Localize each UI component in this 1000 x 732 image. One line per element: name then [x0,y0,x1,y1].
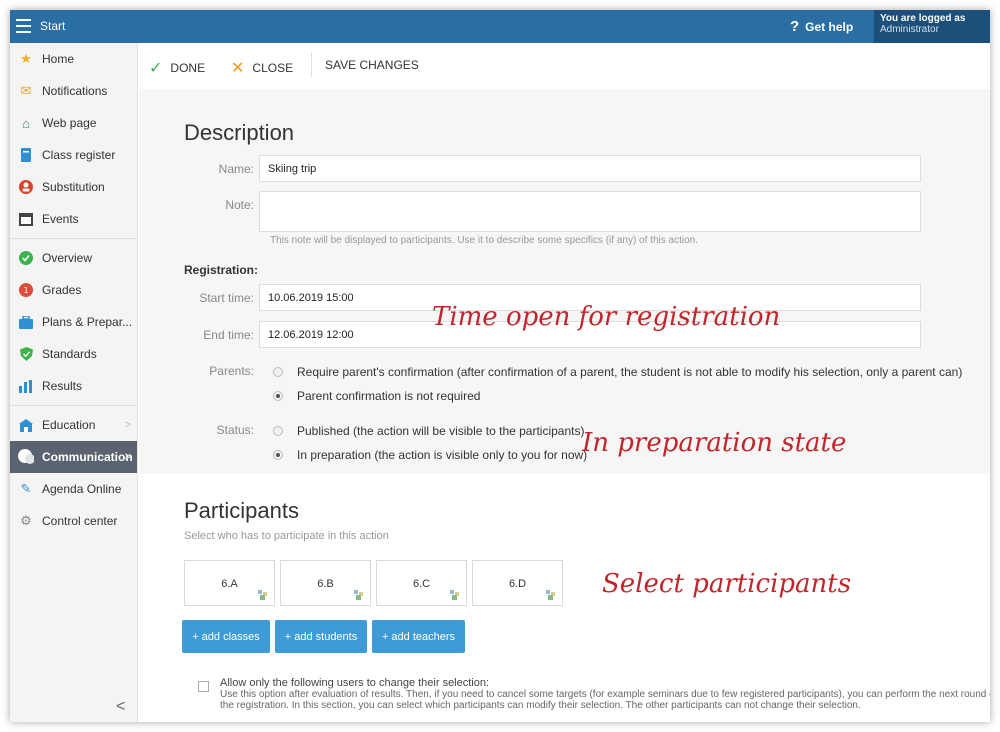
allow-change-hint: Use this option after evaluation of resu… [220,689,990,711]
sidebar-item-education[interactable]: Education > [10,409,137,441]
participant-card[interactable]: 6.B [280,560,371,606]
add-students-button[interactable]: + add students [275,620,367,653]
main-content: Description Name: Skiing trip Note: This… [139,89,990,722]
collapse-sidebar-icon[interactable]: < [116,698,125,716]
start-time-label: Start time: [199,291,254,305]
name-label: Name: [218,162,254,176]
done-button[interactable]: ✓ DONE [149,58,205,78]
radio-button[interactable] [273,391,283,401]
annotation-select-participants: Select participants [602,569,852,599]
description-heading: Description [184,120,295,145]
school-icon [18,417,34,433]
registration-label: Registration: [184,263,259,277]
toolbar-divider [311,53,312,77]
pen-icon: ✎ [20,481,32,496]
note-label: Note: [225,198,254,212]
parents-option-not-required[interactable]: Parent confirmation is not required [273,389,480,403]
envelope-icon: ✉ [20,83,32,98]
checkmark-icon: ✓ [149,60,163,77]
sidebar-divider [10,238,137,239]
app-window: Start ? Get help You are logged as Admini… [10,10,990,722]
sidebar-item-web-page[interactable]: ⌂ Web page [10,107,137,139]
sidebar-item-communication[interactable]: Communication > [10,441,137,473]
group-icon [354,590,363,600]
status-label: Status: [216,423,254,437]
calendar-icon [18,211,34,227]
top-bar: Start ? Get help You are logged as Admini… [10,10,990,43]
sidebar-item-control-center[interactable]: ⚙ Control center [10,505,137,537]
allow-change-label: Allow only the following users to change… [220,677,490,689]
note-textarea[interactable] [259,191,921,232]
radio-button[interactable] [273,367,283,377]
grade-icon: 1 [18,282,34,298]
sidebar: ★ Home ✉ Notifications ⌂ Web page Class reg… [10,43,138,722]
sidebar-item-class-register[interactable]: Class register [10,139,137,171]
chat-icon [18,449,34,465]
app-title[interactable]: Start [40,19,65,33]
user-info[interactable]: You are logged as Administrator [874,10,990,43]
get-help-link[interactable]: ? Get help [790,18,853,35]
shield-icon [18,346,34,362]
house-icon: ⌂ [22,115,30,131]
menu-icon[interactable] [16,19,31,33]
sidebar-item-grades[interactable]: 1 Grades [10,274,137,306]
question-icon: ? [790,18,800,35]
name-input[interactable]: Skiing trip [259,155,921,182]
parents-option-require[interactable]: Require parent's confirmation (after con… [273,365,962,379]
sidebar-item-home[interactable]: ★ Home [10,43,137,75]
radio-button[interactable] [273,450,283,460]
gear-icon: ⚙ [20,513,32,528]
participant-card[interactable]: 6.D [472,560,563,606]
briefcase-icon [18,314,34,330]
chevron-right-icon: > [124,419,131,431]
participants-heading: Participants [184,498,299,523]
check-circle-icon [18,250,34,266]
toolbar: ✓ DONE ✕ CLOSE SAVE CHANGES [139,43,990,89]
book-icon [18,147,34,163]
description-section: Description Name: Skiing trip Note: This… [139,89,990,474]
radio-button[interactable] [273,426,283,436]
star-icon: ★ [20,51,32,66]
add-classes-button[interactable]: + add classes [182,620,270,653]
add-teachers-button[interactable]: + add teachers [372,620,465,653]
sidebar-item-plans[interactable]: Plans & Prepar... [10,306,137,338]
status-option-in-preparation[interactable]: In preparation (the action is visible on… [273,448,587,462]
svg-text:1: 1 [23,286,28,295]
close-icon: ✕ [231,60,245,77]
sidebar-item-agenda-online[interactable]: ✎ Agenda Online [10,473,137,505]
annotation-time-open: Time open for registration [432,302,781,332]
note-hint: This note will be displayed to participa… [270,235,698,246]
group-icon [546,590,555,600]
participant-card[interactable]: 6.A [184,560,275,606]
save-changes-button[interactable]: SAVE CHANGES [325,58,419,72]
parents-label: Parents: [209,364,254,378]
sidebar-item-overview[interactable]: Overview [10,242,137,274]
sidebar-item-substitution[interactable]: Substitution [10,171,137,203]
participant-card[interactable]: 6.C [376,560,467,606]
allow-change-text: Allow only the following users to change… [220,677,990,712]
sidebar-divider [10,405,137,406]
end-time-label: End time: [203,328,254,342]
sidebar-item-events[interactable]: Events [10,203,137,235]
group-icon [450,590,459,600]
status-option-published[interactable]: Published (the action will be visible to… [273,424,584,438]
close-button[interactable]: ✕ CLOSE [231,58,293,78]
annotation-preparation: In preparation state [582,428,847,458]
sidebar-item-standards[interactable]: Standards [10,338,137,370]
group-icon [258,590,267,600]
person-icon [18,179,34,195]
sidebar-item-notifications[interactable]: ✉ Notifications [10,75,137,107]
allow-change-checkbox[interactable] [198,681,209,692]
bar-chart-icon [18,378,34,394]
participants-subtitle: Select who has to participate in this ac… [184,530,389,542]
chevron-right-icon: > [124,451,131,463]
sidebar-item-results[interactable]: Results [10,370,137,402]
